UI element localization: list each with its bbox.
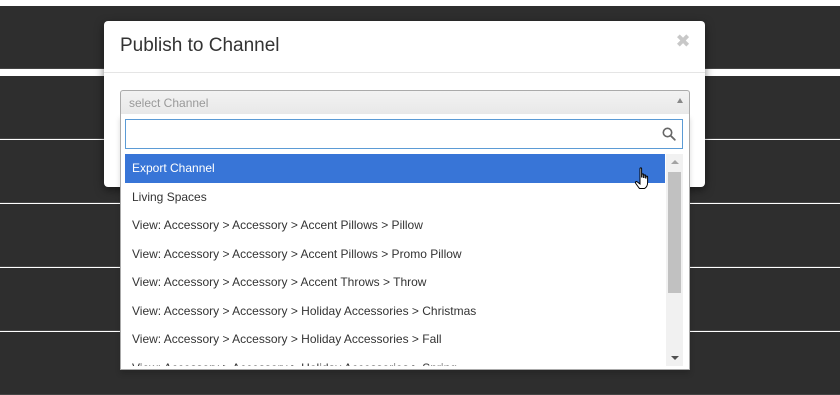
channel-option[interactable]: View: Accessory > Accessory > Accent Thr…: [125, 268, 665, 297]
modal-header: Publish to Channel ✖: [104, 21, 705, 73]
channel-options-list: Export Channel Living Spaces View: Acces…: [125, 154, 665, 366]
dropdown-scrollbar[interactable]: [666, 154, 683, 366]
channel-dropdown: Export Channel Living Spaces View: Acces…: [120, 114, 690, 370]
channel-option[interactable]: Living Spaces: [125, 183, 665, 212]
channel-select-placeholder: select Channel: [129, 96, 209, 110]
channel-option[interactable]: View: Accessory > Accessory > Holiday Ac…: [125, 354, 665, 367]
scroll-down-arrow-icon[interactable]: [666, 349, 683, 366]
channel-option[interactable]: View: Accessory > Accessory > Accent Pil…: [125, 211, 665, 240]
channel-search-input[interactable]: [126, 120, 662, 148]
search-icon: [662, 127, 676, 141]
channel-search: [125, 119, 683, 149]
close-icon[interactable]: ✖: [675, 32, 691, 50]
hand-pointer-icon: [634, 167, 649, 189]
modal-title: Publish to Channel: [120, 35, 280, 56]
scroll-thumb[interactable]: [668, 172, 681, 293]
channel-select[interactable]: select Channel: [120, 90, 690, 115]
channel-option[interactable]: View: Accessory > Accessory > Holiday Ac…: [125, 325, 665, 354]
channel-option[interactable]: Export Channel: [125, 154, 665, 183]
scroll-up-arrow-icon[interactable]: [666, 154, 683, 171]
channel-option[interactable]: View: Accessory > Accessory > Holiday Ac…: [125, 297, 665, 326]
chevron-up-icon: [677, 98, 683, 103]
channel-option[interactable]: View: Accessory > Accessory > Accent Pil…: [125, 240, 665, 269]
